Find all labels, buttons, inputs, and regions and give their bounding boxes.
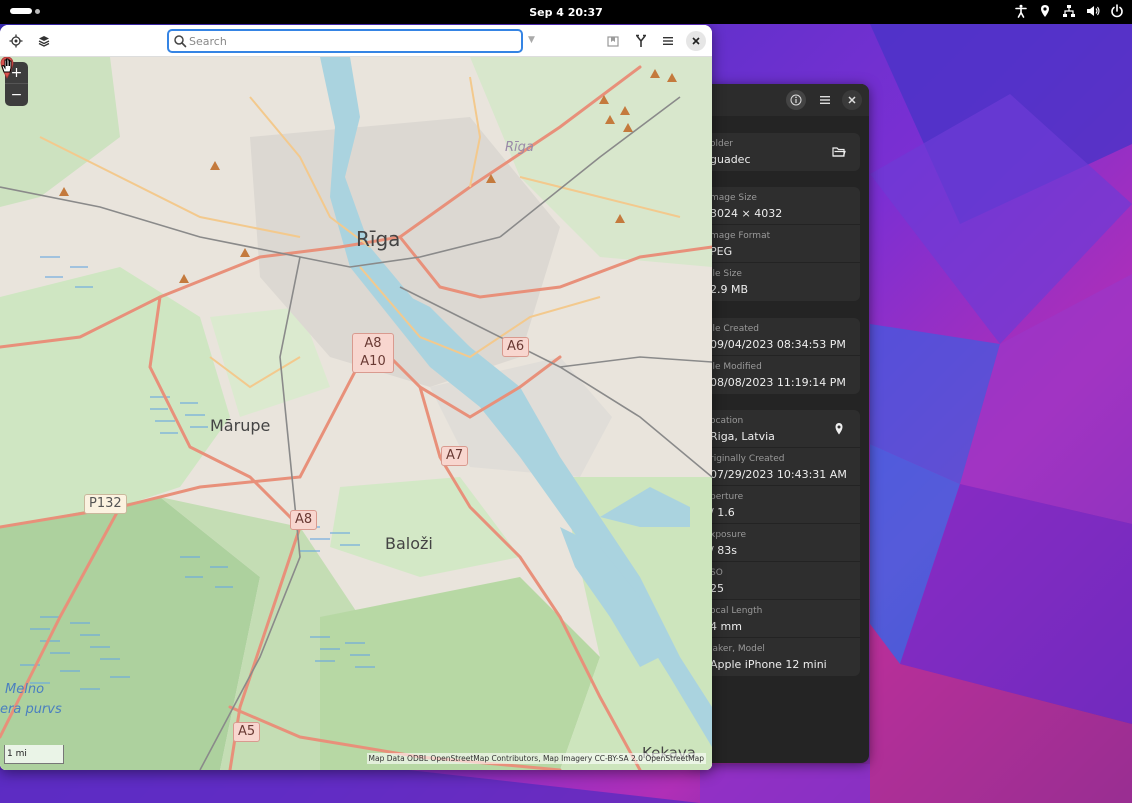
property-label: ile Created	[710, 324, 760, 334]
place-label-riga[interactable]: Rīga	[356, 227, 400, 251]
search-icon	[174, 35, 187, 48]
hamburger-icon	[663, 37, 673, 45]
location-icon[interactable]	[1038, 4, 1052, 18]
info-button[interactable]	[786, 90, 806, 110]
map-attribution[interactable]: Map Data ODBL OpenStreetMap Contributors…	[366, 753, 706, 764]
folder-group: older guadec	[698, 133, 860, 171]
exif-group: ocation Riga, Latvia riginally Created 0…	[698, 410, 860, 676]
property-label: ile Size	[710, 269, 742, 279]
crosshair-icon	[9, 34, 23, 48]
road-shield-a6: A6	[502, 337, 530, 357]
favorites-button[interactable]	[603, 31, 623, 51]
road-shield-p132: P132	[84, 494, 127, 514]
folder-open-icon[interactable]	[832, 145, 846, 159]
main-menu-button[interactable]	[815, 90, 835, 110]
property-label: mage Size	[710, 193, 757, 203]
road-shield-a7: A7	[441, 446, 469, 466]
property-row-focal-length: ocal Length 4 mm	[698, 600, 860, 638]
property-label: ocation	[710, 416, 744, 426]
road-shield-a8: A8	[290, 510, 318, 530]
map-tiles	[0, 57, 712, 770]
place-label-purvs: era purvs	[0, 702, 62, 717]
image-properties-panel: older guadec mage Size 3024 × 4032 mage …	[690, 84, 869, 763]
accessibility-icon[interactable]	[1014, 4, 1028, 18]
bookmark-box-icon	[607, 36, 619, 47]
main-menu-button[interactable]	[658, 31, 678, 51]
property-label: xposure	[710, 530, 746, 540]
info-icon	[790, 94, 802, 106]
place-label-balozi[interactable]: Baloži	[385, 534, 433, 553]
property-label: laker, Model	[710, 644, 765, 654]
volume-icon[interactable]	[1086, 4, 1100, 18]
my-location-button[interactable]	[6, 31, 26, 51]
search-input[interactable]	[189, 32, 509, 50]
property-value: 3024 × 4032	[710, 207, 783, 220]
property-label: mage Format	[710, 231, 771, 241]
property-value: guadec	[710, 153, 751, 166]
property-row-folder[interactable]: older guadec	[698, 133, 860, 171]
hamburger-icon	[820, 96, 830, 104]
clock[interactable]: Sep 4 20:37	[0, 6, 1132, 19]
property-label: ocal Length	[710, 606, 763, 616]
top-bar: Sep 4 20:37	[0, 0, 1132, 24]
map-layers-button[interactable]	[34, 31, 54, 51]
property-value: 07/29/2023 10:43:31 AM	[710, 468, 847, 481]
maps-window: ▼	[0, 25, 712, 770]
property-row-originally-created: riginally Created 07/29/2023 10:43:31 AM	[698, 448, 860, 486]
property-label: older	[710, 139, 733, 149]
property-value: / 83s	[710, 544, 737, 557]
close-icon	[848, 96, 856, 104]
system-tray[interactable]	[1014, 4, 1124, 18]
property-row-file-size: ile Size 2.9 MB	[698, 263, 860, 301]
search-dropdown-arrow[interactable]: ▼	[528, 35, 540, 45]
road-shield-a8-label: A8	[364, 336, 382, 351]
hand-cursor-icon	[1, 58, 12, 73]
property-value: 08/08/2023 11:19:14 PM	[710, 376, 846, 389]
maps-close-button[interactable]	[686, 31, 706, 51]
search-entry[interactable]	[167, 29, 523, 53]
property-value: Riga, Latvia	[710, 430, 775, 443]
road-shield-a8-a10: A8 A10	[352, 333, 394, 373]
property-row-aperture: perture / 1.6	[698, 486, 860, 524]
property-row-maker-model: laker, Model Apple iPhone 12 mini	[698, 638, 860, 676]
property-row-exposure: xposure / 83s	[698, 524, 860, 562]
property-value: 25	[710, 582, 724, 595]
property-row-image-size: mage Size 3024 × 4032	[698, 187, 860, 225]
route-fork-icon	[636, 34, 646, 47]
map-scale: 1 mi	[4, 745, 64, 764]
layers-icon	[38, 36, 50, 47]
property-row-image-format: mage Format PEG	[698, 225, 860, 263]
location-pin-icon[interactable]	[832, 422, 846, 436]
property-label: perture	[710, 492, 744, 502]
property-value: Apple iPhone 12 mini	[710, 658, 827, 671]
map-view[interactable]: + − Rīga Rīga Mārupe Baloži Kekava Melno…	[0, 57, 712, 770]
zoom-out-button[interactable]: −	[5, 84, 28, 106]
property-label: ile Modified	[710, 362, 762, 372]
viewer-close-button[interactable]	[842, 90, 862, 110]
property-value: 09/04/2023 08:34:53 PM	[710, 338, 846, 351]
property-value: PEG	[710, 245, 733, 258]
image-info-group: mage Size 3024 × 4032 mage Format PEG il…	[698, 187, 860, 301]
property-value: 2.9 MB	[710, 283, 749, 296]
property-row-iso: SO 25	[698, 562, 860, 600]
power-icon[interactable]	[1110, 4, 1124, 18]
route-planner-button[interactable]	[631, 31, 651, 51]
place-label-marupe[interactable]: Mārupe	[210, 416, 270, 435]
maps-header-bar: ▼	[0, 25, 712, 57]
road-shield-a10-label: A10	[360, 354, 386, 369]
place-label-riga-region: Rīga	[505, 140, 534, 155]
road-shield-a5: A5	[233, 722, 261, 742]
property-row-file-created: ile Created 09/04/2023 08:34:53 PM	[698, 318, 860, 356]
property-row-file-modified: ile Modified 08/08/2023 11:19:14 PM	[698, 356, 860, 394]
property-row-location[interactable]: ocation Riga, Latvia	[698, 410, 860, 448]
property-value: / 1.6	[710, 506, 735, 519]
property-label: riginally Created	[710, 454, 785, 464]
place-label-melno: Melno	[5, 682, 45, 697]
file-dates-group: ile Created 09/04/2023 08:34:53 PM ile M…	[698, 318, 860, 394]
network-icon[interactable]	[1062, 4, 1076, 18]
properties-header	[690, 84, 869, 116]
close-icon	[692, 37, 700, 45]
property-value: 4 mm	[710, 620, 742, 633]
